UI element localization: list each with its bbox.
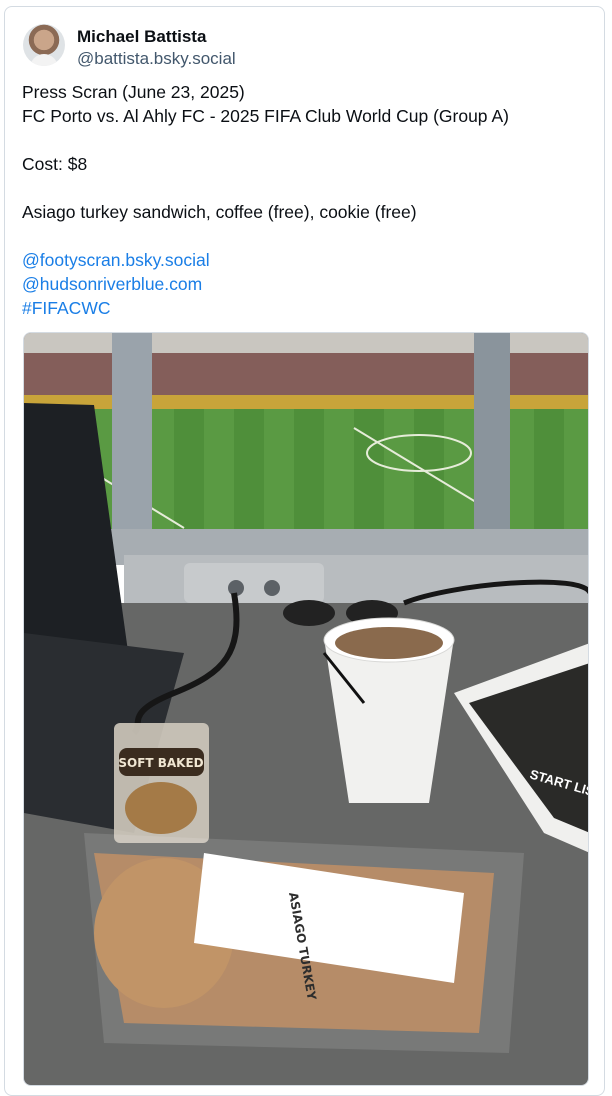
hashtag-link[interactable]: #FIFACWC <box>22 296 592 320</box>
post-line: Press Scran (June 23, 2025) <box>22 82 245 102</box>
cookie-label: SOFT BAKED <box>118 756 203 770</box>
author-name[interactable]: Michael Battista <box>77 27 206 47</box>
avatar[interactable] <box>23 24 65 66</box>
post-line: Asiago turkey sandwich, coffee (free), c… <box>22 202 417 222</box>
mention-link[interactable]: @footyscran.bsky.social <box>22 248 592 272</box>
post-text: Press Scran (June 23, 2025) FC Porto vs.… <box>22 80 592 320</box>
post-line: FC Porto vs. Al Ahly FC - 2025 FIFA Club… <box>22 106 509 126</box>
post-card[interactable]: Michael Battista @battista.bsky.social P… <box>4 6 605 1096</box>
post-line: Cost: $8 <box>22 154 88 174</box>
post-image[interactable]: START LIST SOFT BAKED ASIAGO TURKEY <box>23 332 589 1086</box>
mention-link[interactable]: @hudsonriverblue.com <box>22 272 592 296</box>
author-handle[interactable]: @battista.bsky.social <box>77 49 236 69</box>
